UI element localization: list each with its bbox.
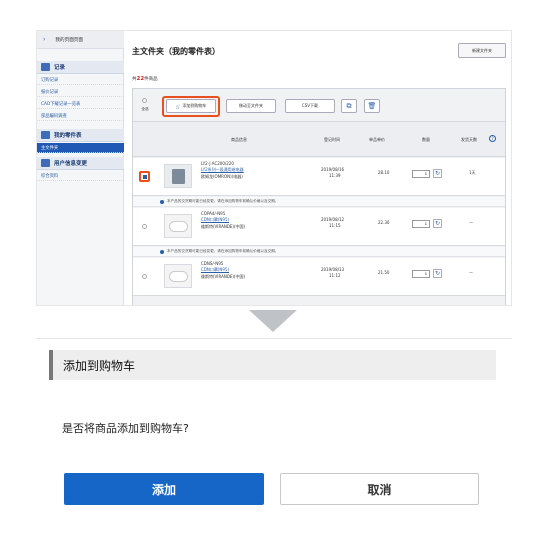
quantity-input[interactable]: 1 bbox=[412, 270, 430, 278]
refresh-icon[interactable]: ↻ bbox=[433, 219, 442, 228]
parts-table: 全选 🛒 添加到购物车 移动至文件夹 CSV下载 ⧉ 🗑 商品信息 登记时间 单品… bbox=[132, 88, 506, 305]
product-link[interactable]: CDN口罩(N95) bbox=[201, 267, 229, 273]
product-image bbox=[164, 264, 192, 288]
table-row: LY2-J AC200/220 LY2系列一段通用继电器 欧姆龙(OMRON)(… bbox=[133, 158, 505, 196]
dialog-title: 添加到购物车 bbox=[49, 350, 496, 380]
quantity-input[interactable]: 1 bbox=[412, 220, 430, 228]
quantity-input[interactable]: 1 bbox=[412, 170, 430, 178]
sidebar-item-info[interactable]: 综合资料 bbox=[37, 171, 124, 181]
info-icon bbox=[160, 199, 164, 204]
add-button[interactable]: 添加 bbox=[64, 473, 264, 505]
sidebar-item-quotes[interactable]: 报价记录 bbox=[37, 87, 124, 97]
select-all-checkbox[interactable] bbox=[142, 98, 147, 103]
down-arrow-icon bbox=[249, 310, 297, 332]
sidebar-section-label: 记录 bbox=[54, 65, 66, 71]
chevron-right-icon: › bbox=[43, 36, 46, 43]
help-icon[interactable]: ? bbox=[489, 135, 496, 142]
user-icon bbox=[41, 159, 50, 167]
notice-row: 本产品的交货期可能已经变更。请在添加购物车前确认价格以及交期。 bbox=[133, 197, 505, 207]
refresh-icon[interactable]: ↻ bbox=[433, 169, 442, 178]
sidebar-top-link[interactable]: › 我的页面页面 bbox=[37, 31, 124, 49]
notice-row: 本产品的交货期可能已经变更。请在添加购物车前确认价格以及交期。 bbox=[133, 247, 505, 257]
row-checkbox[interactable] bbox=[142, 274, 147, 279]
dialog-message: 是否将商品添加到购物车? bbox=[62, 422, 189, 435]
folder-icon bbox=[41, 131, 50, 139]
main-content: 主文件夹（我的零件表） 新建文件夹 共22件商品 全选 🛒 添加到购物车 移动至文… bbox=[132, 31, 511, 305]
sidebar-section-user: 用户信息变更 bbox=[37, 157, 124, 170]
product-image bbox=[164, 164, 192, 188]
trash-icon[interactable]: 🗑 bbox=[364, 99, 380, 113]
sidebar-section-label: 我的零件表 bbox=[54, 133, 82, 139]
select-all[interactable]: 全选 bbox=[138, 98, 152, 116]
sidebar: › 我的页面页面 记录 订购记录 报价记录 CAD下载记录一览表 部品编码调查 … bbox=[37, 31, 124, 305]
item-count: 共22件商品 bbox=[132, 76, 158, 82]
refresh-icon[interactable]: ↻ bbox=[433, 269, 442, 278]
sidebar-section-parts: 我的零件表 bbox=[37, 129, 124, 142]
product-image bbox=[164, 214, 192, 238]
divider bbox=[36, 338, 512, 339]
sidebar-item-main-folder[interactable]: 主文件夹 bbox=[37, 143, 124, 153]
cancel-button[interactable]: 取消 bbox=[280, 473, 479, 505]
new-folder-button[interactable]: 新建文件夹 bbox=[458, 43, 506, 58]
row-checkbox[interactable] bbox=[142, 224, 147, 229]
cart-icon: 🛒 bbox=[175, 103, 181, 109]
move-folder-button[interactable]: 移动至文件夹 bbox=[226, 99, 276, 113]
row-checkbox[interactable] bbox=[139, 171, 150, 182]
table-row: CDNS/-N95 CDN口罩(N95) 维斯特(VIRANDE)(中国) 20… bbox=[133, 258, 505, 296]
page-title: 主文件夹（我的零件表） bbox=[132, 47, 220, 56]
sidebar-section-records: 记录 bbox=[37, 61, 124, 74]
product-link[interactable]: CDN口罩(N95) bbox=[201, 217, 229, 223]
table-row: COPA4/-N95 CDN口罩(N95) 维斯特(VIRANDE)(中国) 2… bbox=[133, 208, 505, 246]
product-link[interactable]: LY2系列一段通用继电器 bbox=[201, 167, 244, 173]
sidebar-top-label: 我的页面页面 bbox=[55, 37, 83, 43]
table-header: 商品信息 登记时间 单品单价 数量 发货天数 ? bbox=[133, 121, 505, 157]
sidebar-item-cad[interactable]: CAD下载记录一览表 bbox=[37, 99, 124, 109]
info-icon bbox=[160, 249, 164, 254]
sidebar-item-orders[interactable]: 订购记录 bbox=[37, 75, 124, 85]
csv-download-button[interactable]: CSV下载 bbox=[285, 99, 335, 113]
mypage-screenshot: › 我的页面页面 记录 订购记录 报价记录 CAD下载记录一览表 部品编码调查 … bbox=[36, 30, 512, 306]
add-to-cart-button[interactable]: 🛒 添加到购物车 bbox=[166, 99, 216, 113]
share-icon[interactable]: ⧉ bbox=[341, 99, 357, 113]
sidebar-section-label: 用户信息变更 bbox=[54, 161, 88, 167]
sidebar-item-partno[interactable]: 部品编码调查 bbox=[37, 111, 124, 121]
records-icon bbox=[41, 63, 50, 71]
